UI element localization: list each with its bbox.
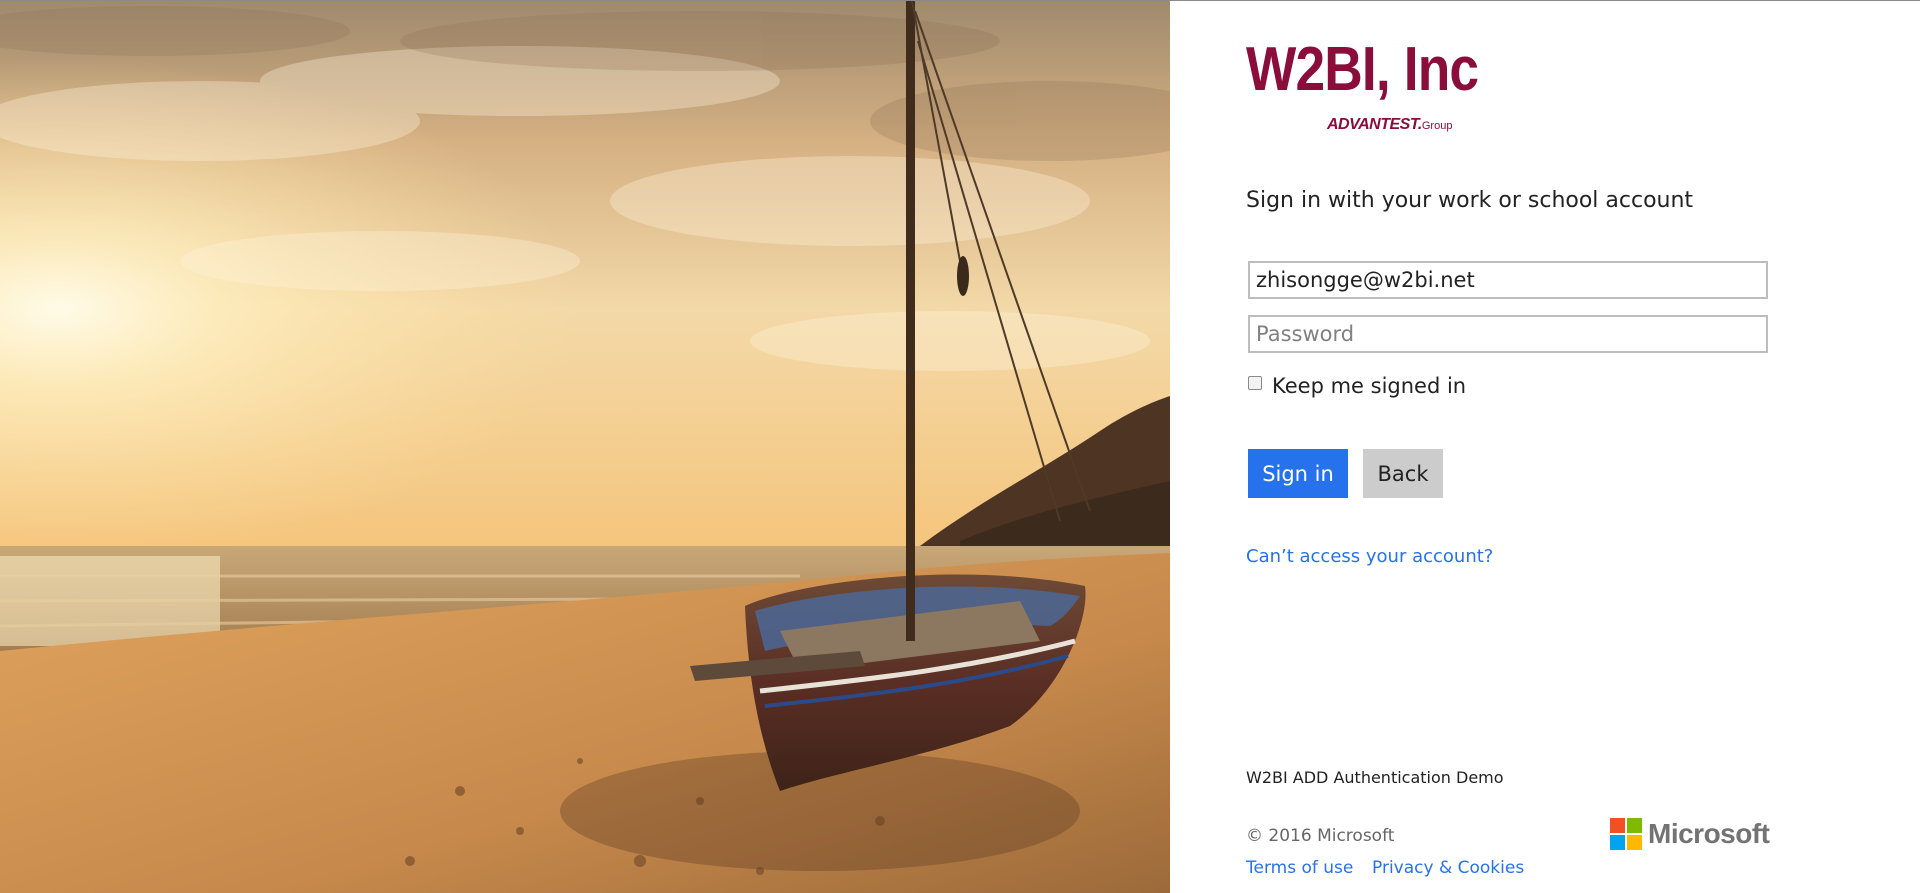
ms-blue-square — [1610, 835, 1625, 850]
sunset-beach-boat-image — [0, 1, 1170, 893]
background-illustration — [0, 1, 1170, 893]
ms-red-square — [1610, 818, 1625, 833]
sign-in-panel — [1170, 1, 1920, 893]
sign-in-heading: Sign in with your work or school account — [1246, 188, 1694, 213]
keep-signed-in[interactable]: Keep me signed in — [1248, 374, 1466, 398]
microsoft-logo: Microsoft — [1610, 818, 1770, 850]
advantest-group-logo: ADVANTEST.Group — [1327, 116, 1452, 134]
cant-access-account-link[interactable]: Can’t access your account? — [1246, 546, 1493, 567]
microsoft-wordmark: Microsoft — [1648, 818, 1770, 849]
sign-in-button[interactable]: Sign in — [1248, 449, 1348, 498]
terms-of-use-link[interactable]: Terms of use — [1246, 858, 1353, 878]
keep-signed-in-label: Keep me signed in — [1272, 374, 1467, 398]
advantest-logo-suffix: Group — [1421, 120, 1453, 132]
keep-signed-in-checkbox[interactable] — [1248, 376, 1262, 390]
email-field[interactable] — [1248, 261, 1768, 299]
company-logo: W2BI, Inc — [1246, 35, 1479, 104]
advantest-logo-text: ADVANTEST. — [1327, 116, 1422, 133]
copyright: © 2016 Microsoft — [1246, 826, 1395, 846]
privacy-cookies-link[interactable]: Privacy & Cookies — [1372, 858, 1524, 878]
ms-green-square — [1627, 818, 1642, 833]
ms-yellow-square — [1627, 835, 1642, 850]
back-button[interactable]: Back — [1363, 449, 1443, 498]
tenant-description: W2BI ADD Authentication Demo — [1246, 768, 1504, 787]
password-field[interactable] — [1248, 315, 1768, 353]
microsoft-windows-icon — [1610, 818, 1642, 850]
